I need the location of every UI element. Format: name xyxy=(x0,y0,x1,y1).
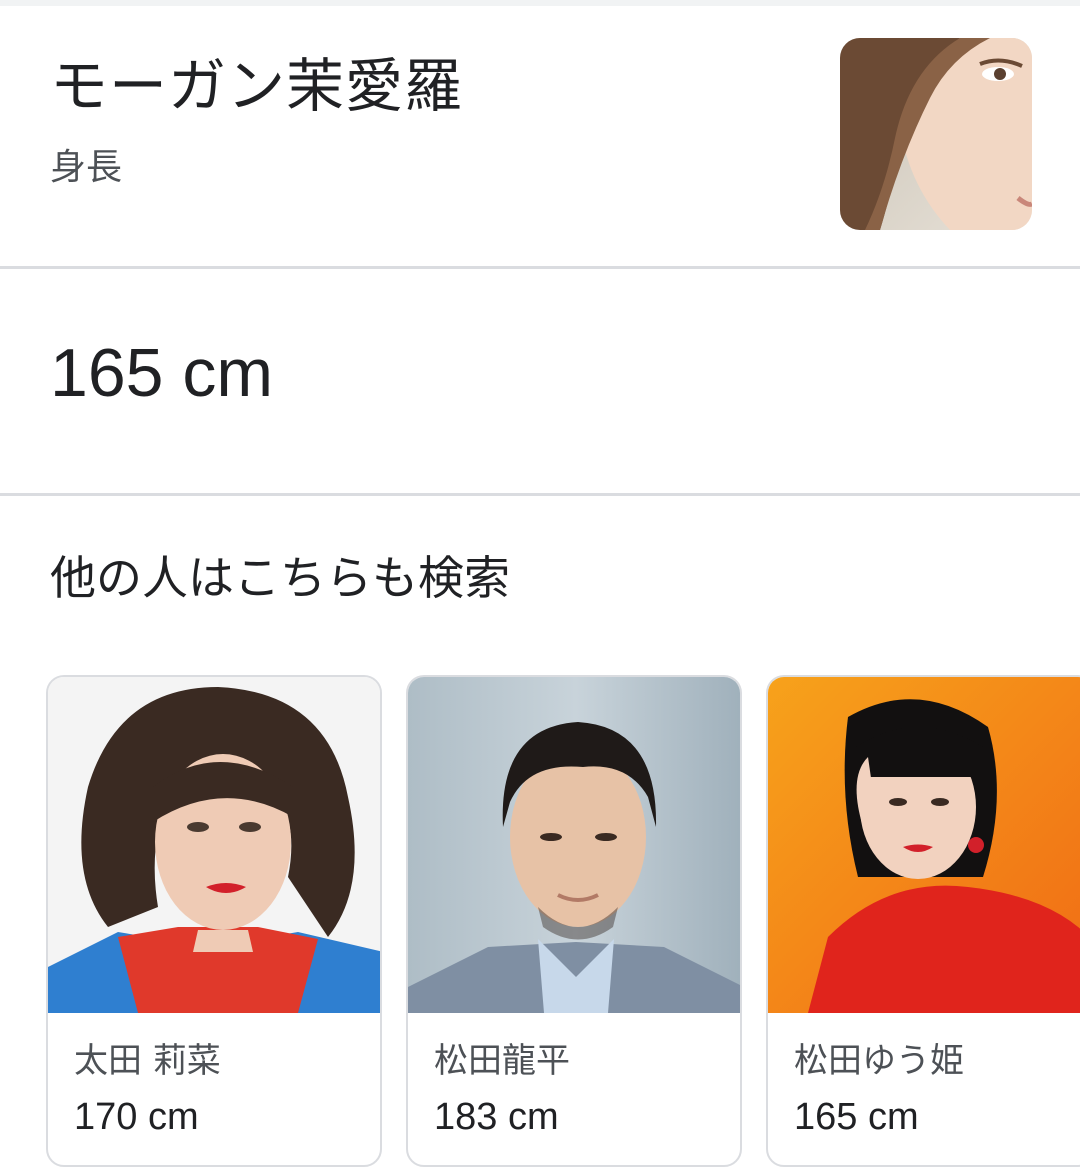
divider-top xyxy=(0,266,1080,269)
attribute-label: 身長 xyxy=(50,147,123,188)
person-height: 170 cm xyxy=(74,1096,199,1138)
person-name: 太田 莉菜 xyxy=(74,1041,221,1081)
person-height: 183 cm xyxy=(434,1096,559,1138)
related-card[interactable]: 松田ゆう姫 165 cm xyxy=(766,675,1080,1167)
entity-name[interactable]: モーガン茉愛羅 xyxy=(50,46,463,126)
related-section-title: 他の人はこちらも検索 xyxy=(50,551,510,605)
person-name: 松田龍平 xyxy=(434,1041,570,1081)
entity-header: モーガン茉愛羅 身長 xyxy=(0,6,1080,266)
divider-middle xyxy=(0,493,1080,496)
related-card[interactable]: 松田龍平 183 cm xyxy=(406,675,742,1167)
person-height: 165 cm xyxy=(794,1096,919,1138)
person-photo xyxy=(408,677,740,1013)
person-photo xyxy=(48,677,380,1013)
person-photo xyxy=(768,677,1080,1013)
person-name: 松田ゆう姫 xyxy=(794,1041,964,1081)
entity-photo[interactable] xyxy=(840,38,1032,230)
related-card[interactable]: 太田 莉菜 170 cm xyxy=(46,675,382,1167)
answer-value: 165 cm xyxy=(50,335,273,411)
